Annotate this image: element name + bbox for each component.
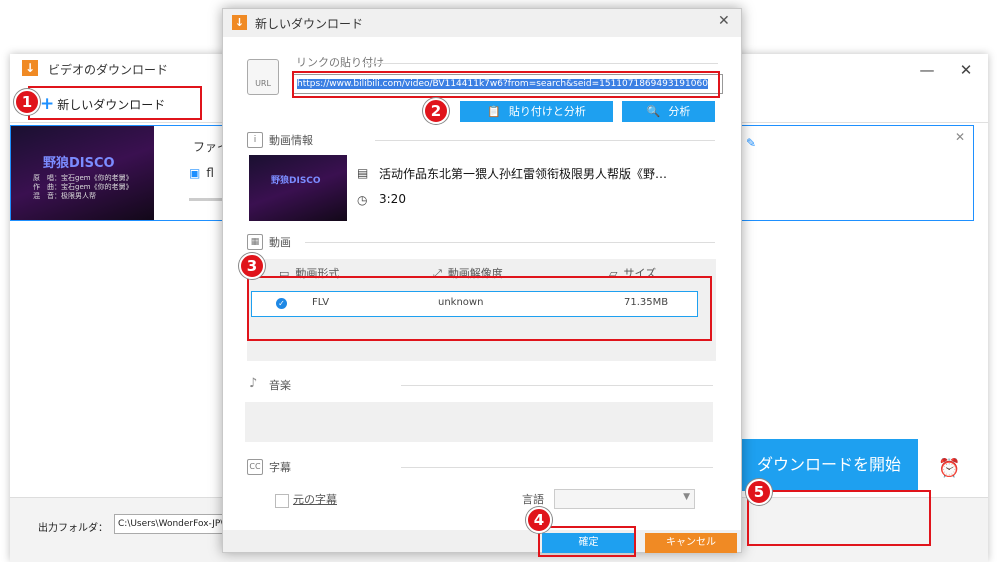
video-info-label: 動画情報 <box>269 134 313 147</box>
download-app-icon: ↓ <box>22 60 38 76</box>
dialog-titlebar: ↓ 新しいダウンロード ✕ <box>223 9 741 37</box>
task-format-text: fl <box>206 166 214 180</box>
close-icon[interactable]: ✕ <box>955 59 977 81</box>
output-folder-label: 出力フォルダ： <box>38 523 108 534</box>
annotation-badge-3: 3 <box>239 253 265 279</box>
thumbnail-title: 野狼DISCO <box>43 156 115 171</box>
thumbnail-credits: 原 唱：宝石gem《你的老舅》 作 曲：宝石gem《你的老舅》 混 音：极限男人… <box>33 174 133 200</box>
annotation-badge-5: 5 <box>746 479 772 505</box>
language-label: 言語 <box>522 493 544 506</box>
document-icon: ▤ <box>357 166 369 180</box>
annotation-badge-2: 2 <box>423 98 449 124</box>
cc-icon: CC <box>247 459 263 475</box>
annotation-box-3 <box>247 276 712 341</box>
film-icon: ▦ <box>247 234 263 250</box>
video-section-label: 動画 <box>269 236 291 249</box>
url-file-icon: URL <box>247 59 279 95</box>
task-format: ▣ fl <box>189 166 214 180</box>
task-close-icon[interactable]: ✕ <box>955 130 965 144</box>
paste-and-analyze-label: 貼り付けと分析 <box>508 105 586 118</box>
cancel-button[interactable]: キャンセル <box>645 533 737 553</box>
dialog-title: 新しいダウンロード <box>255 17 364 31</box>
original-subtitle-checkbox[interactable] <box>275 494 289 508</box>
analyze-button[interactable]: 🔍 分析 <box>622 101 715 122</box>
paste-and-analyze-button[interactable]: 📋 貼り付けと分析 <box>460 101 613 122</box>
music-section-label: 音楽 <box>269 379 291 392</box>
video-thumbnail-title: 野狼DISCO <box>271 176 321 186</box>
language-select[interactable]: ▼ <box>554 489 695 509</box>
annotation-box-4 <box>538 526 636 557</box>
annotation-box-5 <box>747 490 931 546</box>
divider <box>375 140 715 141</box>
divider <box>401 467 713 468</box>
minimize-icon[interactable]: — <box>916 59 938 81</box>
dialog-close-icon[interactable]: ✕ <box>718 13 730 29</box>
video-duration: 3:20 <box>379 192 406 206</box>
analyze-label: 分析 <box>668 105 691 118</box>
info-icon: i <box>247 132 263 148</box>
clipboard-search-icon: 📋 <box>487 105 501 118</box>
clock-icon: ◷ <box>357 193 368 207</box>
task-thumbnail: 野狼DISCO 原 唱：宝石gem《你的老舅》 作 曲：宝石gem《你的老舅》 … <box>11 126 154 220</box>
chevron-down-icon: ▼ <box>683 492 690 502</box>
video-title: 活动作品东北第一猥人孙红雷领衔极限男人帮版《野… <box>379 167 668 181</box>
annotation-box-1 <box>28 86 202 120</box>
divider <box>363 63 718 64</box>
annotation-badge-1: 1 <box>14 89 40 115</box>
search-icon: 🔍 <box>646 105 661 118</box>
original-subtitle-label[interactable]: 元の字幕 <box>293 491 337 507</box>
main-window-title: ビデオのダウンロード <box>48 63 169 77</box>
alarm-clock-icon[interactable]: ⏰ <box>938 458 960 480</box>
download-app-icon: ↓ <box>232 15 247 30</box>
video-thumbnail: 野狼DISCO <box>249 155 347 221</box>
divider <box>305 242 715 243</box>
annotation-box-2 <box>292 71 720 98</box>
edit-icon[interactable]: ✎ <box>746 136 756 150</box>
divider <box>401 385 713 386</box>
music-icon: ♪ <box>249 376 258 391</box>
music-list <box>245 402 713 442</box>
video-file-icon: ▣ <box>189 166 201 180</box>
subtitle-section-label: 字幕 <box>269 461 291 474</box>
output-folder-field[interactable]: C:\Users\WonderFox-JP\ <box>114 514 229 534</box>
paste-link-label: リンクの貼り付け <box>296 56 384 69</box>
annotation-badge-4: 4 <box>526 507 552 533</box>
